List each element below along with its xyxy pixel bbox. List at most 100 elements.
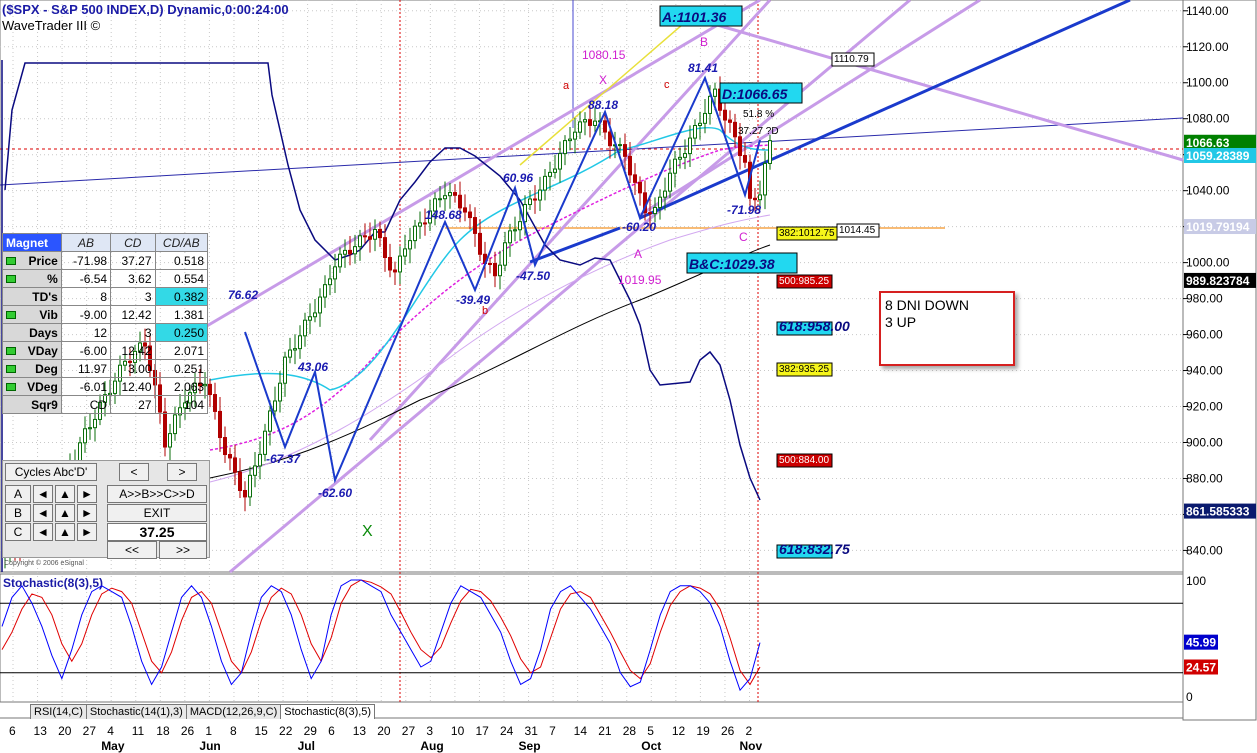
annotation-label: 37.27 ?D (738, 126, 779, 137)
tab-rsi[interactable]: RSI(14,C) (30, 704, 87, 719)
candle (763, 162, 767, 196)
cycle-b-right-arrow[interactable]: ► (77, 504, 97, 522)
value-tag-label: 24.57 (1186, 660, 1216, 674)
candle (238, 471, 242, 491)
candle (653, 206, 657, 215)
candle (623, 144, 627, 157)
magnet-row: VDeg -6.01 12.40 2.063 (2, 377, 209, 396)
tab-stochastic-8[interactable]: Stochastic(8(3),5) (280, 704, 376, 719)
candle (658, 196, 662, 208)
magnet-ab-cell: 11.97 (60, 359, 112, 378)
day-tick-label: 6 (328, 724, 335, 738)
candle (553, 168, 557, 173)
cycles-title[interactable]: Cycles Abc'D' (5, 463, 97, 481)
cycles-next-button[interactable]: > (167, 463, 197, 481)
annotation-label: -67.37 (266, 452, 301, 466)
day-tick-label: 12 (672, 724, 686, 738)
cycle-b-up-arrow[interactable]: ▲ (55, 504, 75, 522)
candle (173, 414, 177, 435)
cycle-b-button[interactable]: B (5, 504, 31, 522)
magnet-label-text: TD's (32, 289, 58, 304)
candle (543, 175, 547, 191)
candle (398, 255, 402, 273)
candle (693, 125, 697, 139)
annotation-label: -47.50 (516, 269, 550, 283)
day-tick-label: 19 (696, 724, 710, 738)
magnet-ab-cell: CD (60, 395, 112, 414)
status-led-icon (6, 311, 16, 319)
candle (758, 194, 762, 201)
candle (378, 229, 382, 239)
candle (413, 225, 417, 242)
forward-button[interactable]: >> (159, 541, 207, 559)
candle (503, 242, 507, 266)
back-button[interactable]: << (107, 541, 157, 559)
month-label: Nov (740, 739, 763, 753)
cycle-a-up-arrow[interactable]: ▲ (55, 485, 75, 503)
magnet-row-label: Price (2, 251, 62, 270)
candle (268, 410, 272, 432)
cycle-c-left-arrow[interactable]: ◄ (33, 523, 53, 541)
candle (223, 437, 227, 456)
magnet-cd-cell: 12.42 (110, 305, 156, 324)
annotation-label: 81.41 (688, 61, 718, 75)
magnet-label-text: Days (29, 325, 58, 340)
day-tick-label: 13 (353, 724, 367, 738)
tab-macd[interactable]: MACD(12,26,9,C) (185, 704, 282, 719)
magnet-ab-cell: -6.00 (60, 341, 112, 360)
day-tick-label: 24 (500, 724, 514, 738)
candle (578, 121, 582, 133)
magnet-label-text: % (47, 271, 58, 286)
candle (213, 394, 217, 412)
magnet-table: Magnet AB CD CD/AB Price -71.98 37.27 0.518… (2, 233, 209, 414)
abcd-button[interactable]: A>>B>>C>>D (107, 485, 207, 503)
tab-stochastic-14[interactable]: Stochastic(14(1),3) (85, 704, 187, 719)
cycle-b-left-arrow[interactable]: ◄ (33, 504, 53, 522)
cycle-a-button[interactable]: A (5, 485, 31, 503)
annotation-label: X (599, 73, 607, 87)
month-label: Aug (420, 739, 443, 753)
oscillator-pane (0, 573, 1184, 703)
annotation-label: 1014.45 (839, 225, 876, 236)
candle (78, 442, 82, 462)
value-tag-label: 861.585333 (1186, 505, 1250, 519)
chart-title: ($SPX - S&P 500 INDEX,D) Dynamic,0:00:24… (2, 2, 289, 17)
cycle-c-button[interactable]: C (5, 523, 31, 541)
cycles-panel: Cycles Abc'D' < > A B C ◄ ▲ ► ◄ ▲ ► ◄ ▲ … (2, 460, 210, 559)
magnet-ratio-cell: 0.250 (154, 323, 209, 342)
cycles-prev-button[interactable]: < (119, 463, 149, 481)
day-tick-label: 2 (746, 724, 753, 738)
price-tick-label: 960.00 (1186, 328, 1223, 342)
magnet-cd-cell: 3.62 (110, 269, 156, 288)
cycle-c-up-arrow[interactable]: ▲ (55, 523, 75, 541)
candle (303, 319, 307, 337)
exit-button[interactable]: EXIT (107, 504, 207, 522)
candle (603, 120, 607, 133)
magnet-ab-cell: -6.54 (60, 269, 112, 288)
candle (278, 382, 282, 402)
candle (308, 316, 312, 321)
candle (418, 222, 422, 227)
candle (633, 174, 637, 183)
candle (463, 207, 467, 213)
annotation-label: Copyright © 2006 eSignal (4, 559, 84, 567)
magnet-label-text: Sqr9 (31, 397, 58, 412)
cycle-a-left-arrow[interactable]: ◄ (33, 485, 53, 503)
day-tick-label: 5 (647, 724, 654, 738)
oscillator-tick-label: 0 (1186, 690, 1193, 704)
day-tick-label: 3 (426, 724, 433, 738)
ratio-header: CD/AB (154, 233, 209, 252)
note-box: 8 DNI DOWN 3 UP (879, 291, 1015, 366)
candle (498, 264, 502, 277)
magnet-cd-cell: 3 (110, 287, 156, 306)
candle (263, 430, 267, 455)
price-axis-pane (1182, 0, 1257, 721)
magnet-ratio-cell: 2.071 (154, 341, 209, 360)
magnet-row: TD's 8 3 0.382 (2, 287, 209, 306)
candle (168, 433, 172, 448)
cycle-c-right-arrow[interactable]: ► (77, 523, 97, 541)
cycle-a-right-arrow[interactable]: ► (77, 485, 97, 503)
magnet-row: Sqr9 CD 27 104 (2, 395, 209, 414)
day-tick-label: 4 (107, 724, 114, 738)
annotation-label: 1080.15 (582, 48, 626, 62)
